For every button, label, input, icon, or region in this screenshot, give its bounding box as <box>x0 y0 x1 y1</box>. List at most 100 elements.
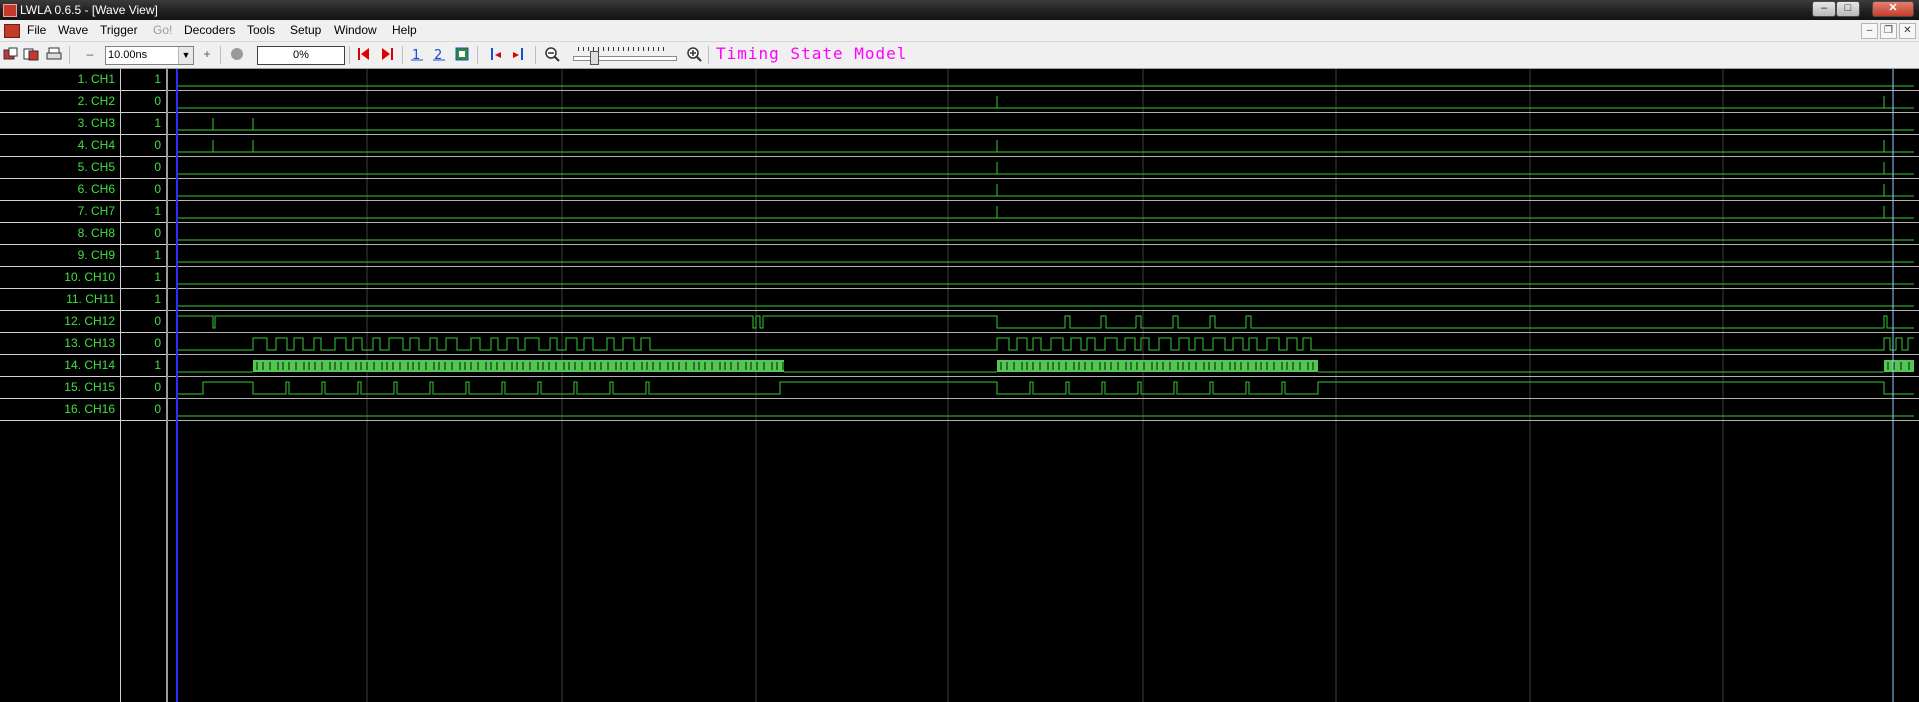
channel-row[interactable]: 14. CH14 <box>0 355 120 377</box>
channel-row[interactable]: 13. CH13 <box>0 333 120 355</box>
channel-value: 1 <box>154 204 161 218</box>
zoom-step-up-button[interactable]: + <box>198 46 216 63</box>
zoom-slider[interactable] <box>573 47 677 65</box>
title-bar: LWLA 0.6.5 - [Wave View] – □ ✕ <box>0 0 1919 20</box>
menu-decoders[interactable]: Decoders <box>184 23 235 37</box>
channel-row[interactable]: 7. CH7 <box>0 201 120 223</box>
channel-row[interactable]: 2. CH2 <box>0 91 120 113</box>
zoom-slider-thumb[interactable] <box>590 51 599 65</box>
channel-value-row: 1 <box>121 289 166 311</box>
channel-value: 1 <box>154 248 161 262</box>
fit-window-icon[interactable] <box>453 46 471 63</box>
channel-value: 0 <box>154 182 161 196</box>
zoom-out-icon[interactable] <box>543 46 561 63</box>
channel-name: 12. CH12 <box>64 314 115 328</box>
channel-value-row: 1 <box>121 245 166 267</box>
channel-row[interactable]: 5. CH5 <box>0 157 120 179</box>
menu-help[interactable]: Help <box>392 23 417 37</box>
timescale-select[interactable]: 10.00ns ▼ <box>105 46 194 65</box>
mdi-restore-button[interactable]: ❐ <box>1880 23 1897 39</box>
progress-field: 0% <box>257 46 345 65</box>
channel-row[interactable]: 9. CH9 <box>0 245 120 267</box>
first-page-icon[interactable] <box>355 46 373 63</box>
document-icon[interactable] <box>4 24 20 38</box>
waveform-area[interactable] <box>168 69 1919 702</box>
jump-left-cursor-icon[interactable] <box>486 46 504 63</box>
channel-values-panel: 1 0 1 0 0 0 1 0 1 1 1 0 0 1 0 0 <box>121 69 168 702</box>
channel-row[interactable]: 6. CH6 <box>0 179 120 201</box>
channel-row[interactable]: 11. CH11 <box>0 289 120 311</box>
channel-value: 1 <box>154 270 161 284</box>
channel-name: 6. CH6 <box>77 182 115 196</box>
channel-row[interactable]: 4. CH4 <box>0 135 120 157</box>
channel-row[interactable]: 8. CH8 <box>0 223 120 245</box>
channel-value: 1 <box>154 358 161 372</box>
channel-name: 13. CH13 <box>64 336 115 350</box>
channel-trace <box>177 206 1914 219</box>
menu-window[interactable]: Window <box>334 23 377 37</box>
print-icon[interactable] <box>45 46 63 63</box>
jump-right-cursor-icon[interactable] <box>510 46 528 63</box>
mdi-minimize-button[interactable]: – <box>1861 23 1878 39</box>
zoom-in-icon[interactable] <box>685 46 703 63</box>
channel-row[interactable]: 12. CH12 <box>0 311 120 333</box>
channel-name: 7. CH7 <box>77 204 115 218</box>
minimize-button[interactable]: – <box>1812 1 1836 17</box>
channel-name: 9. CH9 <box>77 248 115 262</box>
channel-name: 4. CH4 <box>77 138 115 152</box>
channel-trace <box>177 162 1914 175</box>
zoom-step-down-button[interactable]: – <box>81 46 99 63</box>
record-icon[interactable] <box>228 46 246 63</box>
maximize-button[interactable]: □ <box>1836 1 1860 17</box>
channel-row[interactable]: 3. CH3 <box>0 113 120 135</box>
channel-value-row: 1 <box>121 69 166 91</box>
chevron-down-icon[interactable]: ▼ <box>178 47 193 64</box>
menu-bar: File Wave Trigger Go! Decoders Tools Set… <box>0 20 1919 42</box>
menu-trigger[interactable]: Trigger <box>100 23 138 37</box>
channel-row[interactable]: 15. CH15 <box>0 377 120 399</box>
channel-name: 5. CH5 <box>77 160 115 174</box>
menu-file[interactable]: File <box>27 23 46 37</box>
channel-value-row: 1 <box>121 267 166 289</box>
channel-trace <box>177 381 1914 395</box>
channel-value-row: 0 <box>121 135 166 157</box>
channel-value: 1 <box>154 292 161 306</box>
last-page-icon[interactable] <box>378 46 396 63</box>
channel-value: 0 <box>154 336 161 350</box>
channel-names-panel: 1. CH1 2. CH2 3. CH3 4. CH4 5. CH5 6. CH… <box>0 69 121 702</box>
timescale-value: 10.00ns <box>108 49 148 61</box>
channel-value-row: 0 <box>121 333 166 355</box>
channel-name: 16. CH16 <box>64 402 115 416</box>
channel-trace <box>177 140 1914 153</box>
channel-value-row: 1 <box>121 113 166 135</box>
channel-row[interactable]: 1. CH1 <box>0 69 120 91</box>
menu-go[interactable]: Go! <box>153 23 172 37</box>
channel-value: 1 <box>154 72 161 86</box>
cursor-2-icon[interactable]: 2 <box>430 46 448 63</box>
channel-row[interactable]: 16. CH16 <box>0 399 120 421</box>
channel-row[interactable]: 10. CH10 <box>0 267 120 289</box>
close-button[interactable]: ✕ <box>1872 1 1914 17</box>
waveform-canvas[interactable] <box>168 69 1919 702</box>
cursor-1-icon[interactable]: 1 <box>408 46 426 63</box>
mdi-close-button[interactable]: ✕ <box>1899 23 1916 39</box>
window-title: LWLA 0.6.5 - [Wave View] <box>20 3 158 17</box>
menu-wave[interactable]: Wave <box>58 23 88 37</box>
channel-value-row: 0 <box>121 223 166 245</box>
channel-value-row: 0 <box>121 179 166 201</box>
channel-name: 2. CH2 <box>77 94 115 108</box>
menu-tools[interactable]: Tools <box>247 23 275 37</box>
save-file-icon[interactable] <box>22 46 40 63</box>
channel-trace <box>177 337 1914 351</box>
channel-trace <box>177 315 1914 329</box>
menu-setup[interactable]: Setup <box>290 23 321 37</box>
channel-value: 0 <box>154 160 161 174</box>
channel-value: 0 <box>154 314 161 328</box>
channel-trace <box>177 96 1914 109</box>
open-file-icon[interactable] <box>2 46 20 63</box>
channel-value-row: 1 <box>121 355 166 377</box>
channel-value-row: 0 <box>121 91 166 113</box>
mode-label: Timing State Model <box>716 44 908 63</box>
toolbar: – 10.00ns ▼ + 0% 1 2 Timing State Model <box>0 42 1919 69</box>
channel-name: 10. CH10 <box>64 270 115 284</box>
